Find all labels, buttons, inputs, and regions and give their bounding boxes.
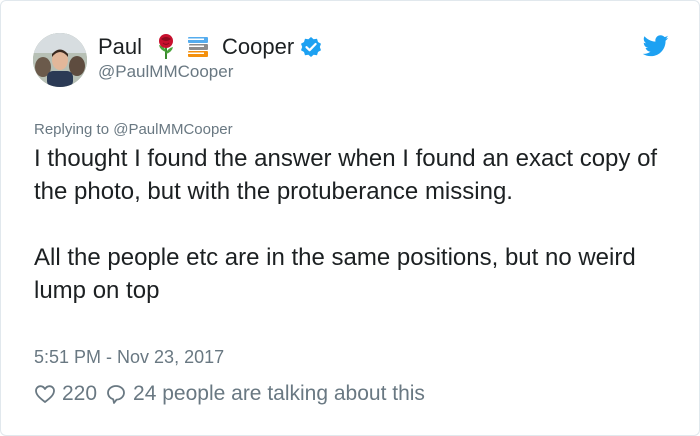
tweet-text: I thought I found the answer when I foun… [34, 142, 674, 307]
tweet-card: Paul Cooper @PaulMMCooper Replying to @P… [0, 0, 700, 436]
tweet-paragraph: I thought I found the answer when I foun… [34, 145, 658, 205]
talking-count-link[interactable]: 24 people are talking about this [133, 382, 425, 406]
verified-badge-icon [300, 36, 322, 58]
tweet-timestamp[interactable]: 5:51 PM - Nov 23, 2017 [34, 345, 224, 369]
rose-emoji-icon [154, 34, 178, 60]
author-name-row[interactable]: Paul Cooper [98, 32, 322, 62]
author-first-name[interactable]: Paul [98, 32, 142, 62]
avatar[interactable] [33, 33, 87, 87]
tweet-paragraph: All the people etc are in the same posit… [34, 244, 636, 304]
author-last-name[interactable]: Cooper [222, 32, 294, 62]
comment-bubble-icon[interactable] [105, 383, 127, 405]
heart-icon[interactable] [34, 383, 56, 405]
books-emoji-icon [186, 34, 210, 60]
author-handle[interactable]: @PaulMMCooper [98, 61, 233, 83]
like-count[interactable]: 220 [62, 382, 97, 406]
twitter-bird-icon[interactable] [642, 35, 669, 57]
tweet-actions: 220 24 people are talking about this [34, 381, 425, 407]
replying-to-label[interactable]: Replying to @PaulMMCooper [34, 120, 233, 140]
